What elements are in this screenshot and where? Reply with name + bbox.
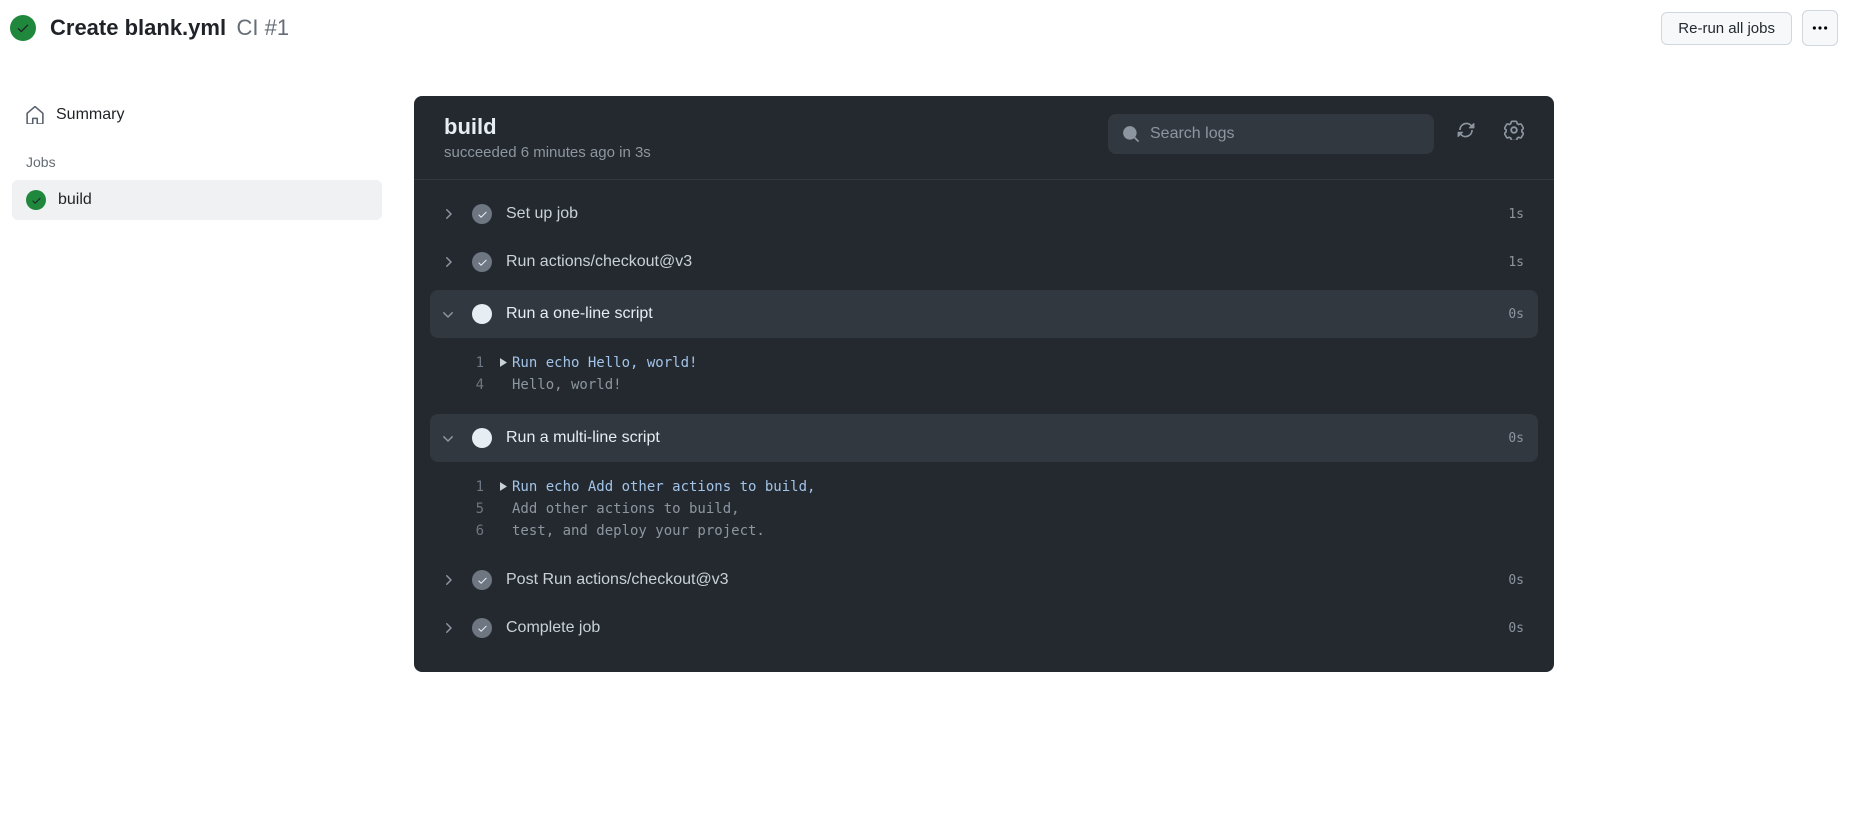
chevron-down-icon <box>440 430 458 446</box>
log-line-text: Run echo Add other actions to build, <box>512 479 815 495</box>
step-name: Run a one-line script <box>506 305 1494 323</box>
chevron-right-icon <box>440 572 458 588</box>
home-icon <box>26 106 44 124</box>
step-duration: 0s <box>1508 573 1524 588</box>
sidebar: Summary Jobs build <box>12 96 382 672</box>
kebab-icon <box>1811 19 1829 37</box>
more-actions-button[interactable] <box>1802 10 1838 46</box>
search-logs[interactable] <box>1108 114 1434 154</box>
refresh-logs-button[interactable] <box>1450 114 1482 146</box>
step-duration: 0s <box>1508 431 1524 446</box>
step-row[interactable]: Run a multi-line script 0s <box>430 414 1538 462</box>
log-line-number: 4 <box>430 377 500 393</box>
step-name: Run a multi-line script <box>506 429 1494 447</box>
sidebar-summary-label: Summary <box>56 106 124 124</box>
sidebar-jobs-heading: Jobs <box>12 134 382 180</box>
log-line-number: 1 <box>430 355 500 371</box>
check-success-icon <box>472 618 492 638</box>
log-panel: build succeeded 6 minutes ago in 3s Set … <box>414 96 1554 672</box>
step-duration: 0s <box>1508 307 1524 322</box>
step-row[interactable]: Run a one-line script 0s <box>430 290 1538 338</box>
log-line: 5 Add other actions to build, <box>430 498 1538 520</box>
check-success-icon <box>472 570 492 590</box>
step-name: Run actions/checkout@v3 <box>506 253 1494 271</box>
rerun-all-jobs-button[interactable]: Re-run all jobs <box>1661 12 1792 45</box>
page-title: Create blank.yml CI #1 <box>50 15 289 41</box>
step-name: Complete job <box>506 619 1494 637</box>
log-settings-button[interactable] <box>1498 114 1530 146</box>
log-line-number: 6 <box>430 523 500 539</box>
log-output: 1 Run echo Add other actions to build, 5 Ad… <box>430 466 1538 556</box>
step-row[interactable]: Post Run actions/checkout@v3 0s <box>430 556 1538 604</box>
job-status-line: succeeded 6 minutes ago in 3s <box>444 144 1092 161</box>
log-line-text: Add other actions to build, <box>512 501 740 517</box>
log-output: 1 Run echo Hello, world! 4 Hello, world! <box>430 342 1538 410</box>
expand-caret-icon[interactable] <box>500 355 512 371</box>
sidebar-job-label: build <box>58 191 92 209</box>
check-success-icon <box>472 428 492 448</box>
job-title: build <box>444 114 1092 140</box>
log-line: 1 Run echo Hello, world! <box>430 352 1538 374</box>
check-success-icon <box>472 252 492 272</box>
chevron-right-icon <box>440 254 458 270</box>
log-line: 4 Hello, world! <box>430 374 1538 396</box>
expand-caret-icon <box>500 501 512 517</box>
run-status-success-icon <box>10 15 36 41</box>
search-logs-input[interactable] <box>1150 125 1420 143</box>
log-line-text: test, and deploy your project. <box>512 523 765 539</box>
step-name: Set up job <box>506 205 1494 223</box>
log-line-text: Run echo Hello, world! <box>512 355 697 371</box>
log-line: 6 test, and deploy your project. <box>430 520 1538 542</box>
chevron-down-icon <box>440 306 458 322</box>
step-row[interactable]: Run actions/checkout@v3 1s <box>430 238 1538 286</box>
expand-caret-icon <box>500 523 512 539</box>
sidebar-summary[interactable]: Summary <box>12 96 382 134</box>
expand-caret-icon <box>500 377 512 393</box>
step-row[interactable]: Complete job 0s <box>430 604 1538 652</box>
step-duration: 1s <box>1508 255 1524 270</box>
log-line: 1 Run echo Add other actions to build, <box>430 476 1538 498</box>
log-line-number: 5 <box>430 501 500 517</box>
check-success-icon <box>472 304 492 324</box>
gear-icon <box>1504 120 1524 140</box>
chevron-right-icon <box>440 206 458 222</box>
log-panel-header: build succeeded 6 minutes ago in 3s <box>414 96 1554 180</box>
check-success-icon <box>26 190 46 210</box>
check-success-icon <box>472 204 492 224</box>
search-icon <box>1122 125 1140 143</box>
chevron-right-icon <box>440 620 458 636</box>
log-line-number: 1 <box>430 479 500 495</box>
step-duration: 1s <box>1508 207 1524 222</box>
step-duration: 0s <box>1508 621 1524 636</box>
expand-caret-icon[interactable] <box>500 479 512 495</box>
sync-icon <box>1457 121 1475 139</box>
sidebar-job-build[interactable]: build <box>12 180 382 220</box>
steps-list: Set up job1sRun actions/checkout@v31sRun… <box>414 180 1554 672</box>
step-name: Post Run actions/checkout@v3 <box>506 571 1494 589</box>
page-header: Create blank.yml CI #1 Re-run all jobs <box>0 0 1854 56</box>
log-line-text: Hello, world! <box>512 377 622 393</box>
step-row[interactable]: Set up job 1s <box>430 190 1538 238</box>
